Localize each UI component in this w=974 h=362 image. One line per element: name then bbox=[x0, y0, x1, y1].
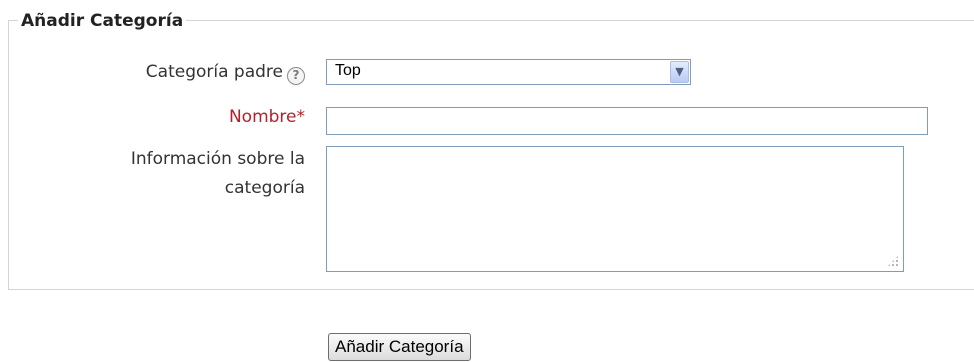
description-textarea[interactable] bbox=[326, 146, 904, 272]
form-legend: Añadir Categoría bbox=[18, 10, 187, 32]
name-label: Nombre* bbox=[229, 106, 305, 128]
name-label-text: Nombre bbox=[228, 107, 297, 127]
parent-category-label: Categoría padre? bbox=[146, 61, 305, 85]
name-input[interactable] bbox=[326, 107, 928, 135]
chevron-down-icon[interactable]: ▼ bbox=[670, 61, 689, 83]
description-label-line2: categoría bbox=[224, 178, 305, 198]
parent-category-selected-value: Top bbox=[335, 62, 361, 79]
help-icon[interactable]: ? bbox=[287, 67, 305, 85]
parent-category-label-text: Categoría padre bbox=[145, 62, 283, 82]
resize-grip-icon[interactable] bbox=[887, 255, 899, 267]
parent-category-select[interactable]: Top ▼ bbox=[326, 59, 691, 85]
required-asterisk-icon: * bbox=[296, 107, 306, 127]
description-label-line1: Información sobre la bbox=[130, 149, 305, 169]
add-category-button[interactable]: Añadir Categoría bbox=[328, 333, 471, 361]
